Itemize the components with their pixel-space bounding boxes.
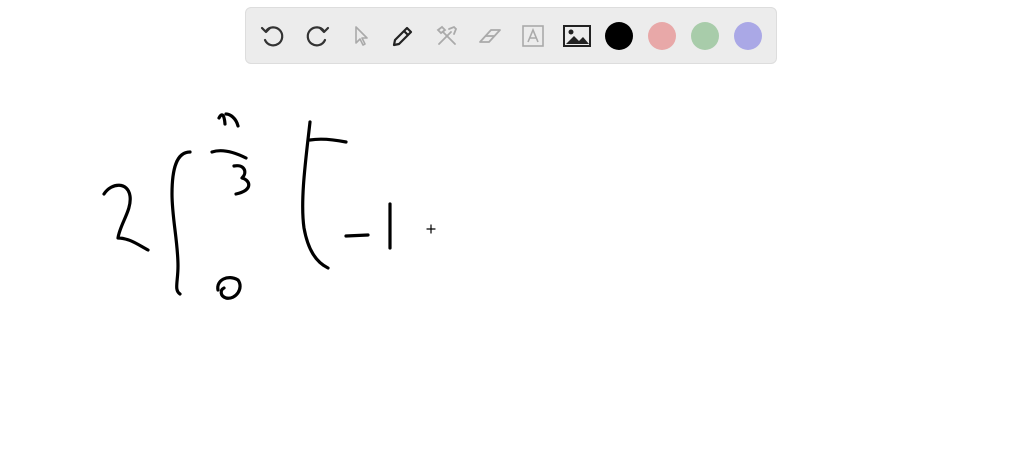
handwritten-minus-sign: [344, 233, 370, 238]
handwritten-pi-numerator: [217, 112, 240, 128]
handwritten-integral-sign: [170, 150, 192, 296]
drawing-toolbar: [245, 7, 777, 64]
handwritten-digit-three: [232, 164, 251, 196]
tools-icon: [436, 25, 458, 45]
select-button[interactable]: [345, 20, 377, 52]
undo-icon: [260, 26, 284, 47]
image-button[interactable]: [561, 20, 593, 52]
tools-button[interactable]: [431, 20, 463, 52]
handwritten-lower-limit-zero: [216, 276, 242, 300]
select-pointer-icon: [355, 26, 368, 46]
color-green-swatch[interactable]: [691, 22, 719, 50]
eraser-icon: [479, 29, 501, 43]
handwriting-layer: [102, 112, 436, 300]
crosshair-cursor-icon: [426, 224, 436, 234]
handwritten-open-bracket: [301, 120, 330, 270]
image-icon: [563, 25, 591, 47]
text-box-icon: [522, 25, 544, 47]
redo-icon: [306, 26, 330, 47]
color-black-swatch[interactable]: [605, 22, 633, 50]
eraser-button[interactable]: [474, 20, 506, 52]
pen-button[interactable]: [387, 20, 419, 52]
color-red-swatch[interactable]: [648, 22, 676, 50]
handwritten-fraction-bar: [210, 149, 248, 160]
handwritten-digit-two: [102, 183, 150, 252]
drawing-canvas[interactable]: [0, 68, 1024, 468]
redo-button[interactable]: [301, 20, 333, 52]
pen-icon: [392, 26, 413, 47]
handwritten-bracket-top: [308, 137, 348, 144]
color-blue-swatch[interactable]: [734, 22, 762, 50]
text-button[interactable]: [517, 20, 549, 52]
undo-button[interactable]: [257, 20, 289, 52]
